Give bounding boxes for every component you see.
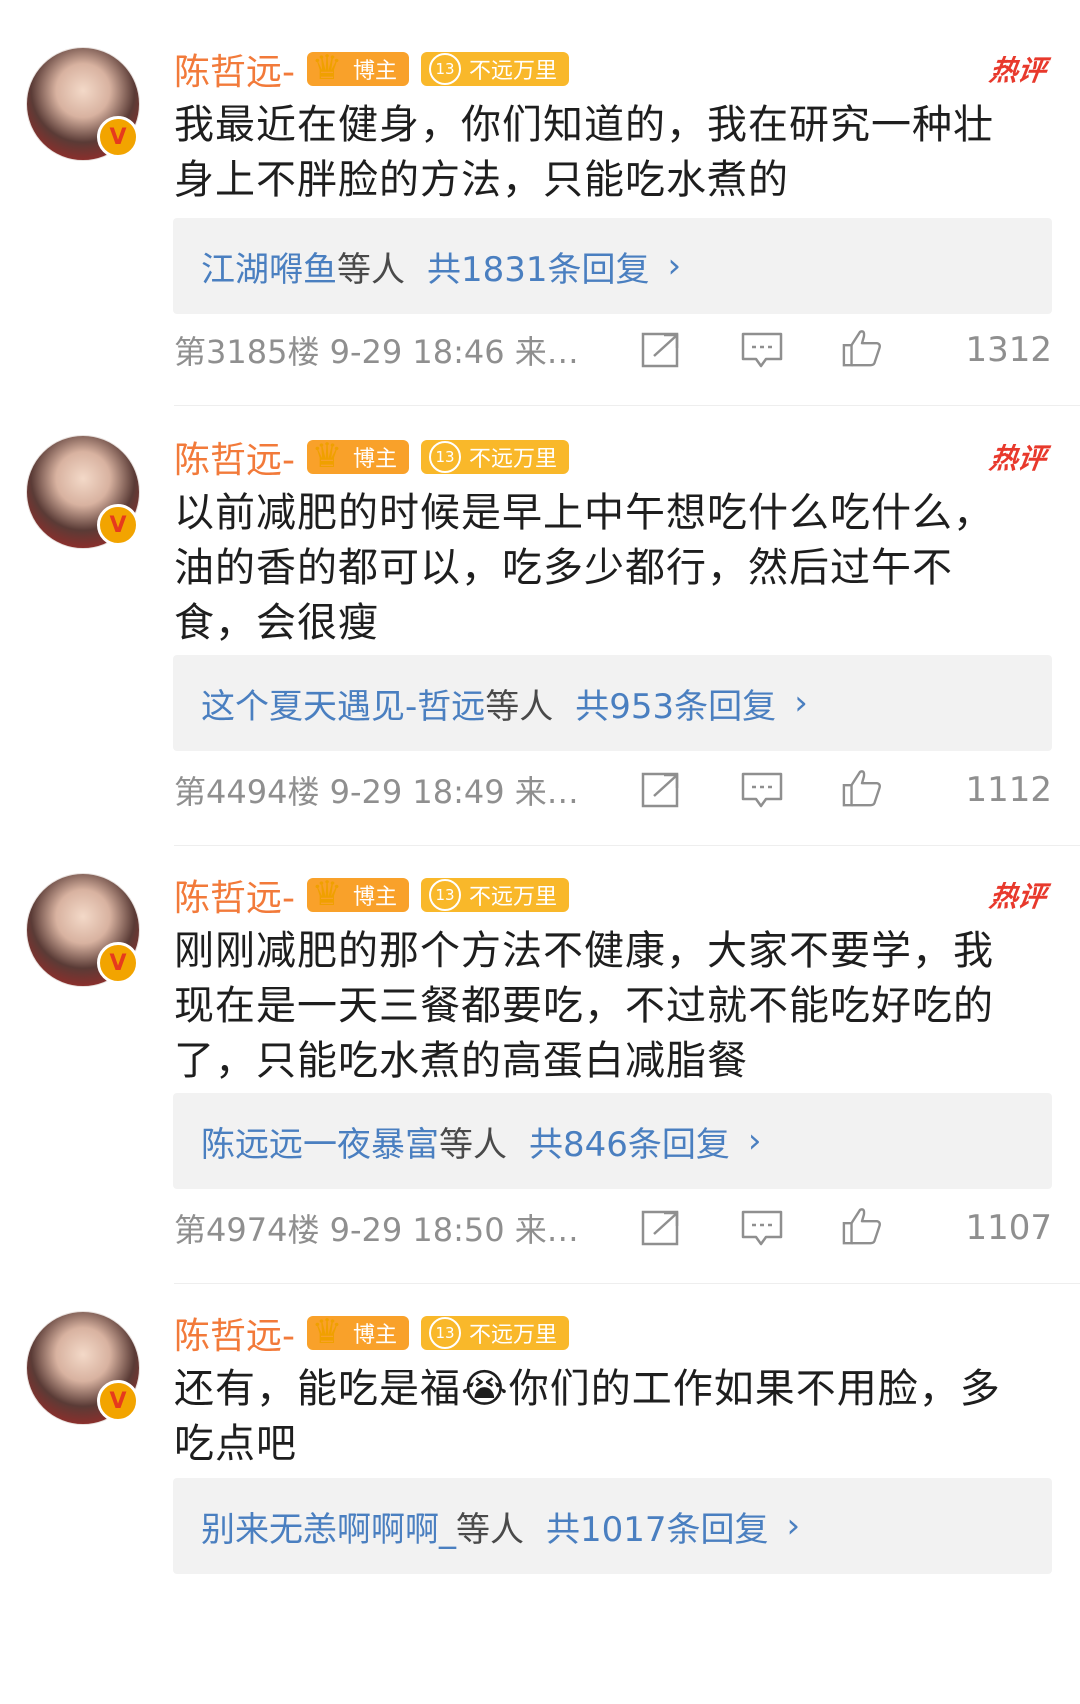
like-icon[interactable] (840, 1206, 884, 1246)
fan-level-badge[interactable]: 13 不远万里 (421, 1316, 570, 1350)
role-badge[interactable]: ♛ 博主 (307, 48, 410, 88)
comment-item: V 陈哲远- ♛ 博主 13 不远万里 热评 刚刚减肥的那个方法不健康，大家不要… (0, 826, 1080, 1284)
replies-preview[interactable]: 别来无恙啊啊啊_ 等人 共1017条回复 › (173, 1478, 1052, 1574)
fan-level-label: 不远万里 (469, 447, 558, 472)
username[interactable]: 陈哲远- (174, 43, 295, 95)
comment-meta: 第3185楼 9-29 18:46 来… 1312 (174, 325, 1052, 375)
fan-level-badge[interactable]: 13 不远万里 (421, 878, 570, 912)
share-icon[interactable] (640, 330, 684, 370)
comment-item: V 陈哲远- ♛ 博主 13 不远万里 热评 以前减肥的时候是早上中午想吃什么吃… (0, 388, 1080, 846)
fan-level-badge[interactable]: 13 不远万里 (421, 440, 570, 474)
crown-icon: ♛ (311, 1312, 343, 1352)
verified-v-icon: V (97, 504, 139, 546)
comment-text[interactable]: 以前减肥的时候是早上中午想吃什么吃什么， 油的香的都可以，吃多少都行，然后过午不… (174, 486, 1054, 651)
comment-meta: 第4494楼 9-29 18:49 来… 1112 (174, 765, 1052, 815)
crown-icon: ♛ (311, 48, 343, 88)
role-badge[interactable]: ♛ 博主 (307, 1312, 410, 1352)
role-badge[interactable]: ♛ 博主 (307, 436, 410, 476)
like-icon[interactable] (840, 768, 884, 808)
fan-level-number: 13 (429, 1317, 462, 1349)
crown-icon: ♛ (311, 874, 343, 914)
crown-icon: ♛ (311, 436, 343, 476)
comment-icon[interactable] (740, 1208, 784, 1248)
fan-level-label: 不远万里 (469, 59, 558, 84)
reply-count[interactable]: 共846条回复 (529, 1117, 730, 1166)
share-icon[interactable] (640, 770, 684, 810)
fan-level-label: 不远万里 (469, 885, 558, 910)
replies-preview[interactable]: 陈远远一夜暴富 等人 共846条回复 › (173, 1093, 1052, 1189)
role-badge-label: 博主 (353, 885, 398, 910)
verified-v-icon: V (97, 1380, 139, 1422)
username[interactable]: 陈哲远- (174, 431, 295, 483)
comment-item: V 陈哲远- ♛ 博主 13 不远万里 热评 我最近在健身，你们知道的，我在研究… (0, 0, 1080, 440)
fan-level-number: 13 (429, 53, 462, 85)
reply-count[interactable]: 共1831条回复 (427, 242, 650, 291)
role-badge-label: 博主 (353, 1323, 398, 1348)
replies-preview[interactable]: 这个夏天遇见-哲远 等人 共953条回复 › (173, 655, 1052, 751)
comment-icon[interactable] (740, 770, 784, 810)
reply-count[interactable]: 共1017条回复 (546, 1502, 769, 1551)
reply-usernames[interactable]: 陈远远一夜暴富 (201, 1117, 439, 1166)
chevron-right-icon: › (667, 246, 682, 286)
comment-icon[interactable] (740, 330, 784, 370)
role-badge[interactable]: ♛ 博主 (307, 874, 410, 914)
avatar[interactable]: V (26, 873, 140, 987)
verified-v-icon: V (97, 116, 139, 158)
fan-level-number: 13 (429, 879, 462, 911)
comment-item: V 陈哲远- ♛ 博主 13 不远万里 还有，能吃是福😭你们的工作如果不用脸，多… (0, 1264, 1080, 1704)
reply-usernames[interactable]: 这个夏天遇见-哲远 (201, 679, 485, 728)
comment-header: 陈哲远- ♛ 博主 13 不远万里 热评 (174, 43, 1049, 95)
fan-level-badge[interactable]: 13 不远万里 (421, 52, 570, 86)
share-icon[interactable] (640, 1208, 684, 1248)
reply-etal: 等人 (456, 1509, 524, 1550)
reply-usernames[interactable]: 江湖嘚鱼 (201, 242, 337, 291)
chevron-right-icon: › (786, 1506, 801, 1546)
hot-comment-tag: 热评 (987, 54, 1049, 87)
username[interactable]: 陈哲远- (174, 1307, 295, 1359)
hot-comment-tag: 热评 (987, 442, 1049, 475)
comment-meta: 第4974楼 9-29 18:50 来… 1107 (174, 1203, 1052, 1253)
like-count: 1112 (965, 770, 1052, 810)
username[interactable]: 陈哲远- (174, 869, 295, 921)
chevron-right-icon: › (794, 683, 808, 723)
role-badge-label: 博主 (353, 447, 398, 472)
comment-text[interactable]: 我最近在健身，你们知道的，我在研究一种壮 身上不胖脸的方法，只能吃水煮的 (174, 98, 1054, 208)
fan-level-label: 不远万里 (469, 1323, 558, 1348)
like-count: 1312 (965, 330, 1052, 370)
avatar[interactable]: V (26, 47, 140, 161)
comment-text[interactable]: 还有，能吃是福😭你们的工作如果不用脸，多 吃点吧 (174, 1362, 1054, 1472)
floor-time-source: 第4974楼 9-29 18:50 来… (174, 1211, 579, 1249)
hot-comment-tag: 热评 (987, 880, 1049, 913)
reply-count[interactable]: 共953条回复 (575, 679, 776, 728)
reply-usernames[interactable]: 别来无恙啊啊啊_ (201, 1502, 456, 1551)
replies-preview[interactable]: 江湖嘚鱼 等人 共1831条回复 › (173, 218, 1052, 314)
avatar[interactable]: V (26, 435, 140, 549)
reply-etal: 等人 (485, 686, 554, 727)
reply-etal: 等人 (439, 1124, 507, 1165)
floor-time-source: 第3185楼 9-29 18:46 来… (174, 333, 579, 371)
reply-etal: 等人 (337, 249, 405, 290)
like-icon[interactable] (840, 328, 884, 368)
comment-text[interactable]: 刚刚减肥的那个方法不健康，大家不要学，我 现在是一天三餐都要吃，不过就不能吃好吃… (174, 924, 1054, 1089)
chevron-right-icon: › (747, 1121, 762, 1161)
verified-v-icon: V (97, 942, 139, 984)
like-count: 1107 (965, 1208, 1052, 1248)
avatar[interactable]: V (26, 1311, 140, 1425)
comment-header: 陈哲远- ♛ 博主 13 不远万里 热评 (174, 869, 1049, 921)
floor-time-source: 第4494楼 9-29 18:49 来… (174, 773, 579, 811)
comment-header: 陈哲远- ♛ 博主 13 不远万里 热评 (174, 431, 1049, 483)
fan-level-number: 13 (429, 441, 462, 473)
role-badge-label: 博主 (353, 59, 398, 84)
comment-header: 陈哲远- ♛ 博主 13 不远万里 (174, 1308, 1046, 1358)
